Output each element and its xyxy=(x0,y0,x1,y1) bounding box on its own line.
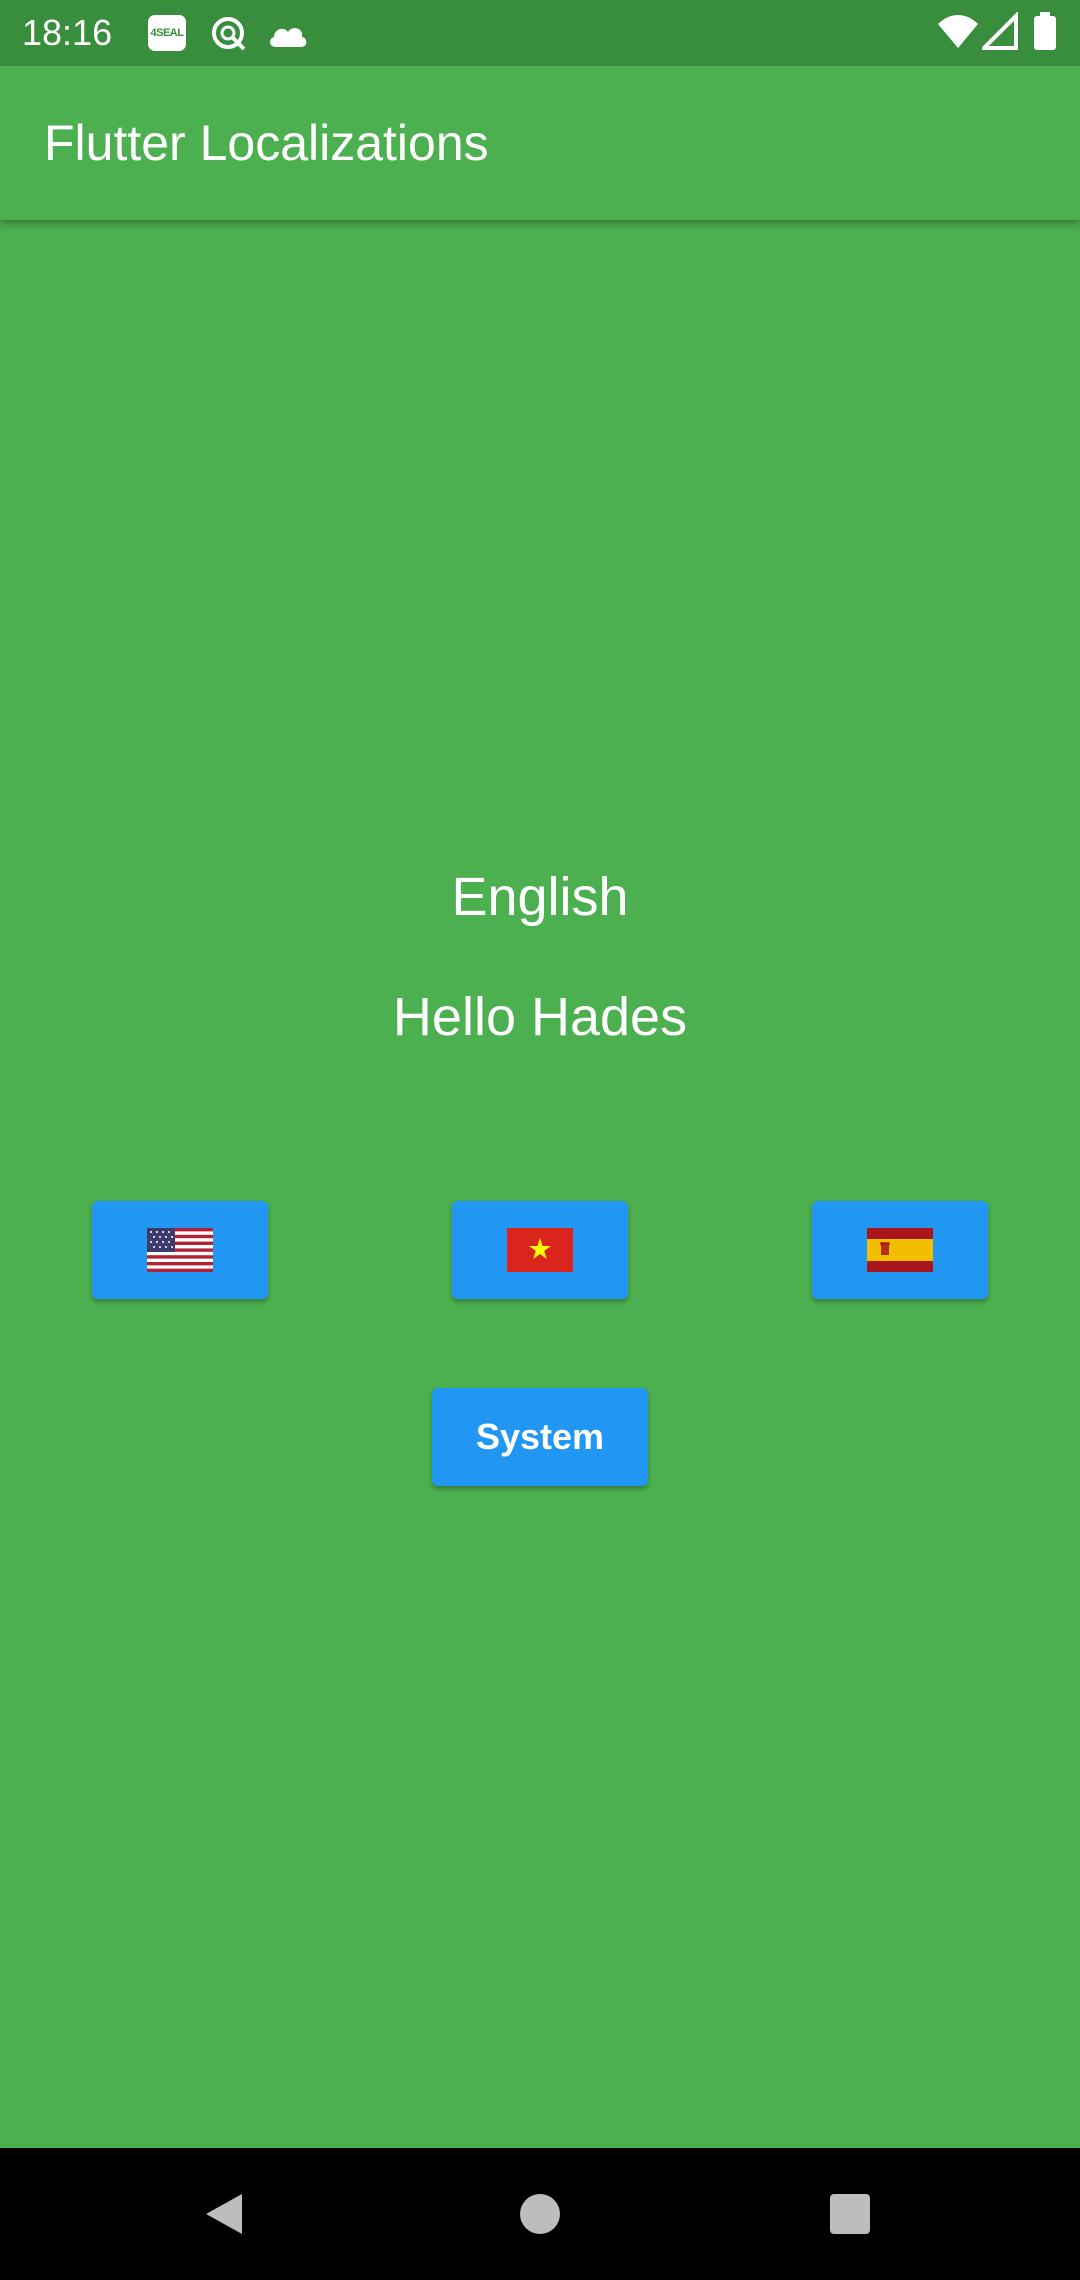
english-language-button[interactable] xyxy=(92,1201,268,1299)
vietnam-flag-icon xyxy=(507,1228,573,1272)
status-bar: 18:16 4SEAL xyxy=(0,0,1080,66)
greeting-text: Hello Hades xyxy=(392,987,688,1047)
cloud-icon xyxy=(270,28,307,47)
back-icon[interactable] xyxy=(202,2190,250,2238)
us-flag-icon xyxy=(147,1228,213,1272)
navigation-bar xyxy=(0,2148,1080,2280)
home-icon[interactable] xyxy=(516,2190,564,2238)
app-bar: Flutter Localizations xyxy=(0,66,1080,220)
seal-app-icon: 4SEAL xyxy=(148,15,186,51)
page-title: Flutter Localizations xyxy=(44,115,489,171)
spanish-language-button[interactable] xyxy=(812,1201,988,1299)
spain-flag-icon xyxy=(867,1228,933,1272)
recent-apps-icon[interactable] xyxy=(826,2190,874,2238)
signal-icon xyxy=(982,12,1018,50)
status-time: 18:16 xyxy=(22,12,113,53)
language-name: English xyxy=(451,867,629,927)
vietnamese-language-button[interactable] xyxy=(452,1201,628,1299)
wifi-icon xyxy=(938,15,978,48)
battery-icon xyxy=(1034,12,1056,50)
sync-icon xyxy=(212,17,246,51)
system-language-button[interactable]: System xyxy=(432,1388,648,1486)
